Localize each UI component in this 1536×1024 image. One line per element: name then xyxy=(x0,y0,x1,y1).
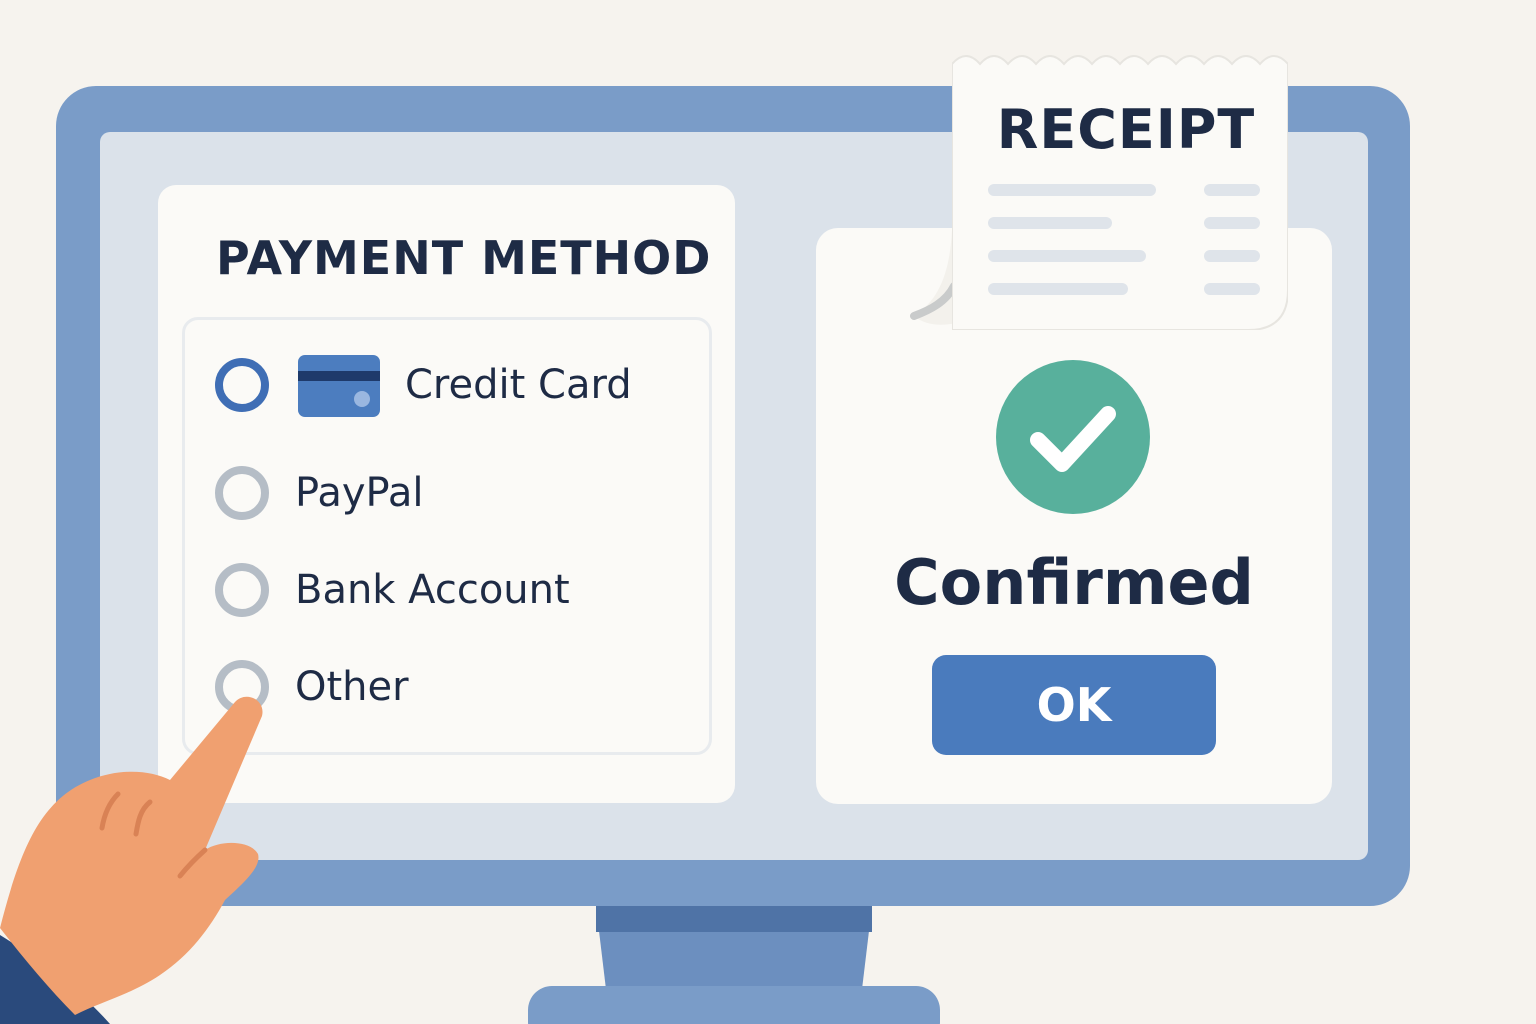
option-paypal[interactable]: PayPal xyxy=(185,460,705,530)
checkmark-svg xyxy=(1030,406,1116,472)
option-bank-account[interactable]: Bank Account xyxy=(185,557,705,627)
receipt-icon xyxy=(952,55,1288,330)
option-label-bank-account: Bank Account xyxy=(295,567,570,613)
pointing-hand-icon xyxy=(0,696,263,1024)
option-credit-card[interactable]: Credit Card xyxy=(185,350,705,420)
receipt-title: RECEIPT xyxy=(996,98,1256,161)
monitor-stand-shadow xyxy=(596,906,872,932)
option-label-paypal: PayPal xyxy=(295,470,424,516)
confirmed-status-text: Confirmed xyxy=(894,546,1254,619)
card-stripe xyxy=(298,371,380,381)
monitor-stand-base xyxy=(528,986,940,1024)
checkmark-icon xyxy=(996,360,1150,514)
radio-bank-account[interactable] xyxy=(215,563,269,617)
card-chip xyxy=(354,391,370,407)
radio-credit-card[interactable] xyxy=(215,358,269,412)
credit-card-icon xyxy=(298,355,380,417)
option-label-credit-card: Credit Card xyxy=(405,362,632,408)
radio-paypal[interactable] xyxy=(215,466,269,520)
illustration-scene: PAYMENT METHOD Credit Card PayPal Bank A… xyxy=(0,0,1536,1024)
ok-button[interactable]: OK xyxy=(932,655,1216,755)
option-label-other: Other xyxy=(295,664,409,710)
payment-method-title: PAYMENT METHOD xyxy=(216,231,712,285)
